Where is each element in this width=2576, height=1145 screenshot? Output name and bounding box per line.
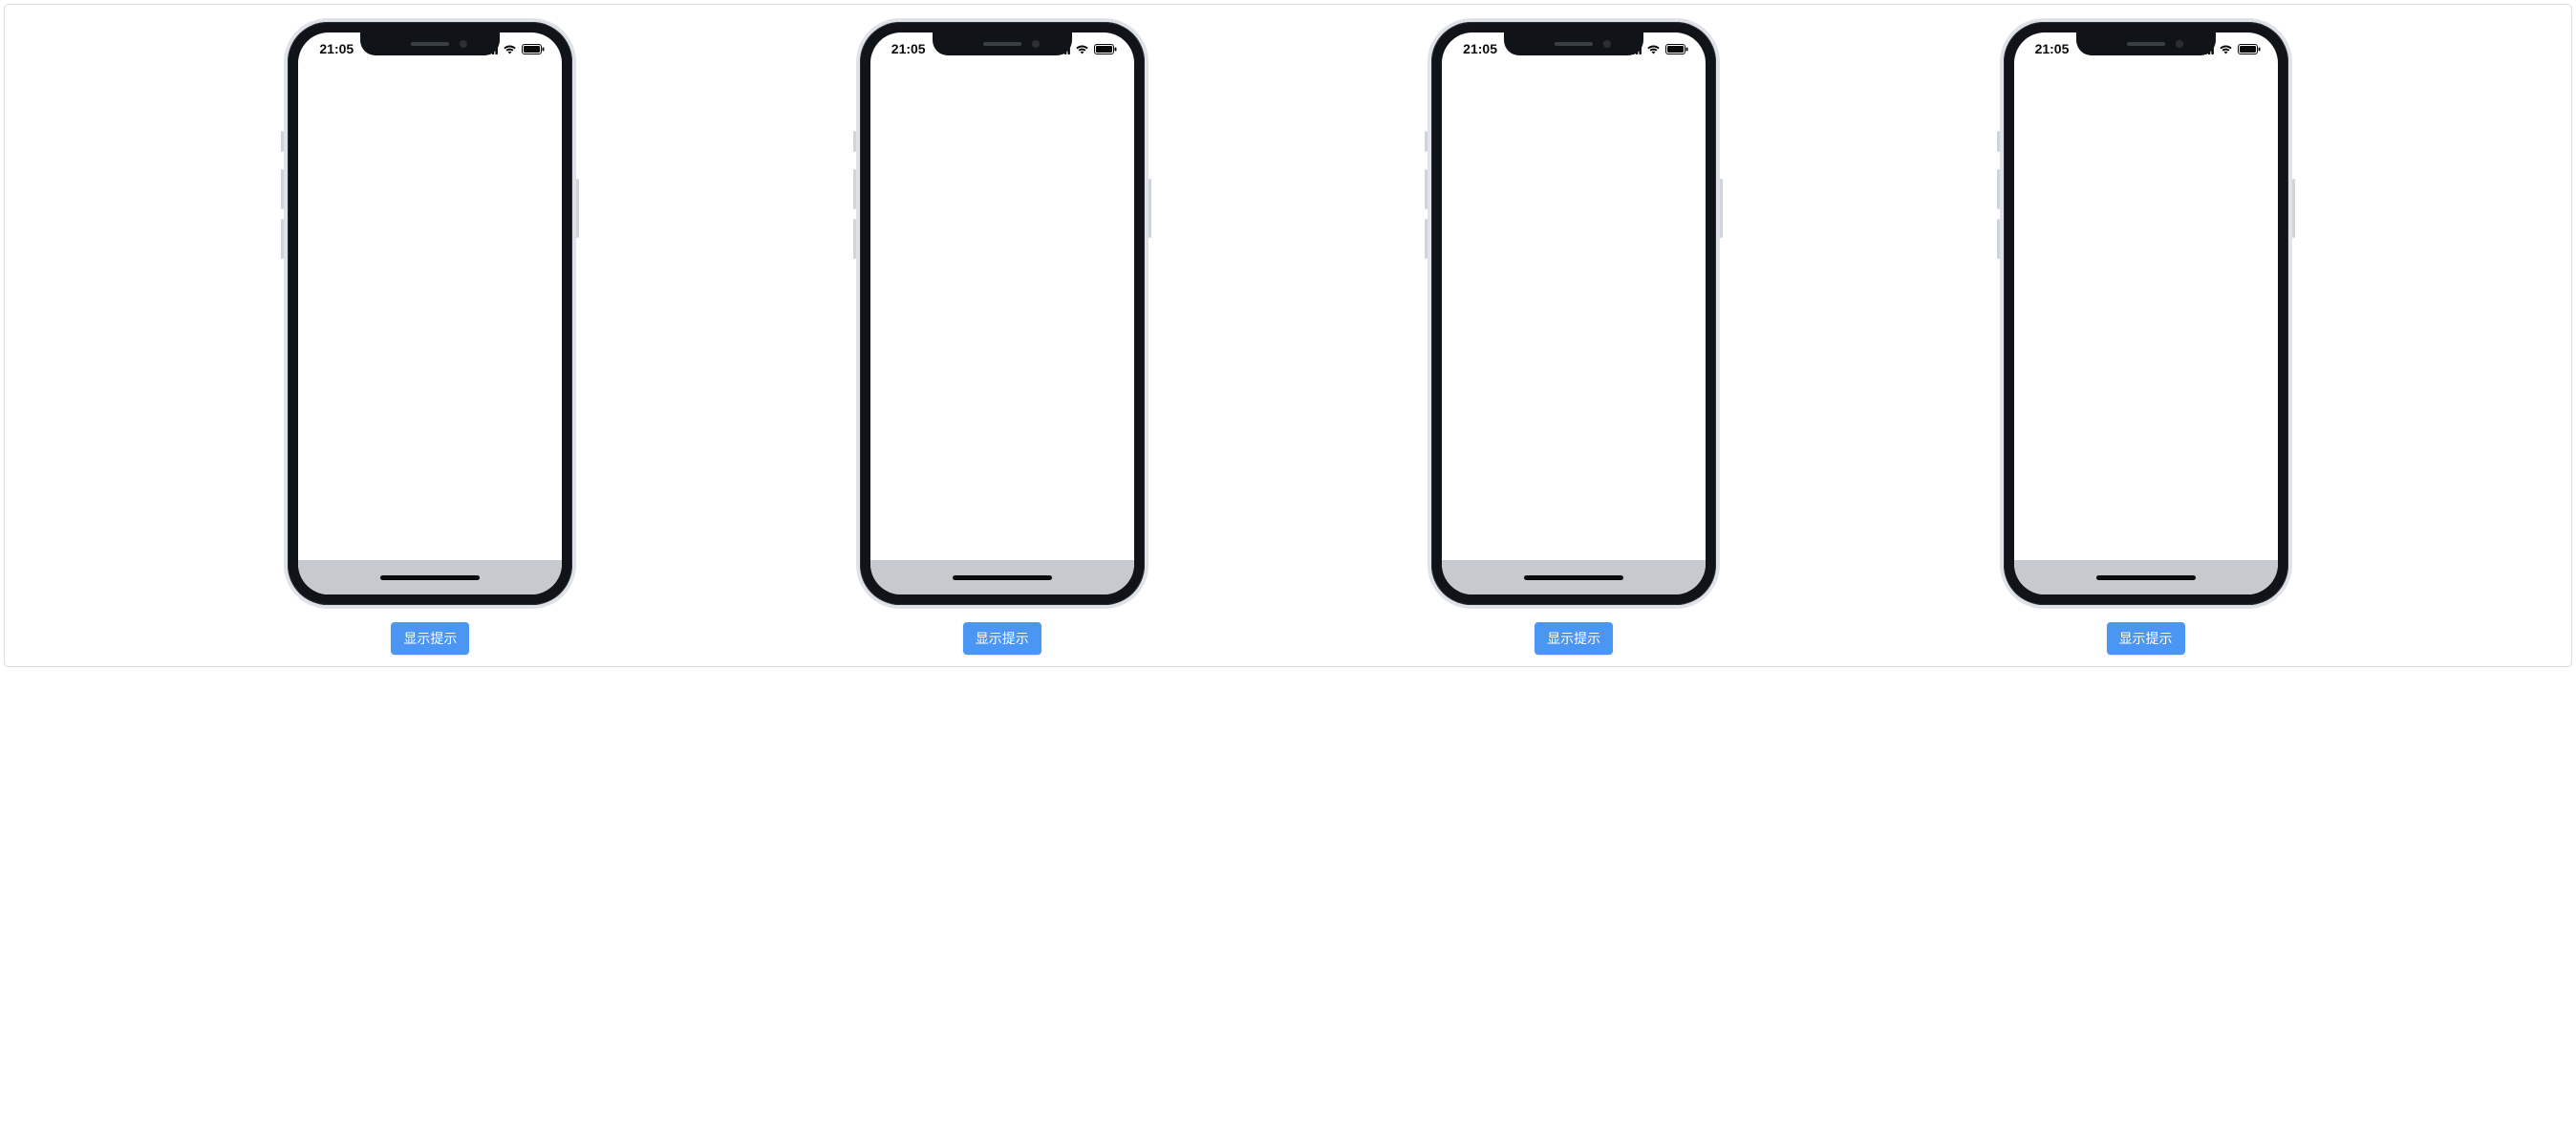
front-camera-icon [460, 40, 467, 48]
screen: 21:05 [870, 32, 1134, 594]
home-area [870, 560, 1134, 594]
home-area [1442, 560, 1706, 594]
screen: 21:05 [1442, 32, 1706, 594]
home-indicator-icon [953, 575, 1052, 580]
show-hint-button[interactable]: 显示提示 [391, 622, 469, 655]
status-time: 21:05 [2035, 41, 2070, 56]
volume-down-nub [281, 219, 284, 259]
speaker-icon [983, 42, 1021, 46]
show-hint-button[interactable]: 显示提示 [963, 622, 1041, 655]
home-indicator-icon [1524, 575, 1623, 580]
iphone-frame: 21:05 [284, 18, 576, 609]
mute-switch [853, 131, 856, 152]
wifi-icon [1075, 44, 1089, 54]
home-indicator-icon [2096, 575, 2196, 580]
notch [1504, 32, 1643, 55]
front-camera-icon [2176, 40, 2183, 48]
power-nub [1720, 179, 1723, 238]
demo-panel: 21:05 显示提示 [4, 4, 2572, 667]
notch [933, 32, 1072, 55]
device-column: 21:05 显示提示 [284, 18, 576, 655]
volume-up-nub [853, 169, 856, 209]
battery-icon [2238, 44, 2261, 54]
battery-icon [522, 44, 545, 54]
home-area [298, 560, 562, 594]
status-time: 21:05 [319, 41, 354, 56]
mute-switch [1425, 131, 1428, 152]
wifi-icon [503, 44, 517, 54]
speaker-icon [1555, 42, 1593, 46]
front-camera-icon [1603, 40, 1611, 48]
iphone-frame: 21:05 [2000, 18, 2292, 609]
battery-icon [1665, 44, 1688, 54]
notch [360, 32, 500, 55]
wifi-icon [2219, 44, 2233, 54]
show-hint-button[interactable]: 显示提示 [1535, 622, 1613, 655]
volume-down-nub [853, 219, 856, 259]
bezel: 21:05 [288, 22, 572, 605]
screen-content [298, 65, 562, 560]
speaker-icon [2127, 42, 2165, 46]
screen-content [1442, 65, 1706, 560]
show-hint-button[interactable]: 显示提示 [2107, 622, 2185, 655]
screen: 21:05 [298, 32, 562, 594]
wifi-icon [1646, 44, 1661, 54]
device-column: 21:05 显示提示 [2000, 18, 2292, 655]
bezel: 21:05 [860, 22, 1145, 605]
power-nub [1148, 179, 1151, 238]
bezel: 21:05 [2004, 22, 2288, 605]
iphone-frame: 21:05 [856, 18, 1148, 609]
mute-switch [1997, 131, 2000, 152]
mute-switch [281, 131, 284, 152]
screen: 21:05 [2014, 32, 2278, 594]
volume-down-nub [1997, 219, 2000, 259]
volume-up-nub [281, 169, 284, 209]
power-nub [576, 179, 579, 238]
device-column: 21:05 显示提示 [1428, 18, 1720, 655]
volume-up-nub [1997, 169, 2000, 209]
battery-icon [1094, 44, 1117, 54]
volume-up-nub [1425, 169, 1428, 209]
bezel: 21:05 [1431, 22, 1716, 605]
iphone-frame: 21:05 [1428, 18, 1720, 609]
status-time: 21:05 [891, 41, 926, 56]
volume-down-nub [1425, 219, 1428, 259]
status-time: 21:05 [1463, 41, 1497, 56]
home-area [2014, 560, 2278, 594]
front-camera-icon [1032, 40, 1040, 48]
speaker-icon [411, 42, 449, 46]
screen-content [870, 65, 1134, 560]
device-column: 21:05 显示提示 [856, 18, 1148, 655]
power-nub [2292, 179, 2295, 238]
notch [2076, 32, 2216, 55]
home-indicator-icon [380, 575, 480, 580]
screen-content [2014, 65, 2278, 560]
